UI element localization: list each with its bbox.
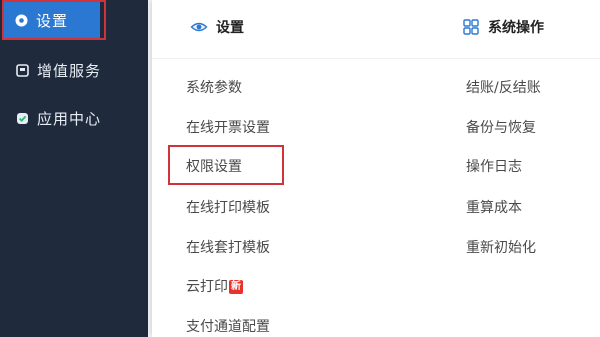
settings-header: 设置 (190, 17, 244, 37)
settings-dropdown-panel: 设置 系统操作 系统参数 在线开票设置 权限设置 在线打印模板 在线套打模板 云… (152, 0, 600, 337)
cloud-print-label: 云打印 (186, 279, 228, 295)
sidebar: 设置 增值服务 应用中心 (0, 0, 148, 337)
menu-item-recalculate-cost[interactable]: 重算成本 (466, 199, 522, 217)
sidebar-item-label: 应用中心 (37, 109, 102, 128)
eye-icon (15, 14, 28, 27)
sidebar-item-app-center[interactable]: 应用中心 (0, 98, 148, 138)
sidebar-item-settings[interactable]: 设置 (3, 1, 100, 39)
panel-header: 设置 系统操作 (152, 0, 600, 59)
menu-item-backup-restore[interactable]: 备份与恢复 (466, 119, 536, 137)
menu-item-online-invoice-settings[interactable]: 在线开票设置 (186, 119, 270, 137)
menu-item-online-print-template[interactable]: 在线打印模板 (186, 199, 270, 217)
sidebar-item-value-added[interactable]: 增值服务 (0, 50, 148, 90)
menu-item-system-params[interactable]: 系统参数 (186, 79, 242, 97)
menu-item-cloud-print[interactable]: 云打印新 (186, 278, 243, 296)
menu-item-payment-channel-config[interactable]: 支付通道配置 (186, 318, 270, 336)
settings-header-label: 设置 (216, 20, 244, 36)
system-ops-header-label: 系统操作 (488, 20, 544, 36)
sidebar-item-label: 设置 (36, 11, 69, 30)
new-badge: 新 (229, 280, 243, 294)
menu-item-permission-settings[interactable]: 权限设置 (186, 158, 242, 176)
menu-item-online-overlay-template[interactable]: 在线套打模板 (186, 239, 270, 257)
check-badge-icon (16, 112, 29, 125)
menu-item-operation-log[interactable]: 操作日志 (466, 158, 522, 176)
menu-item-reinitialize[interactable]: 重新初始化 (466, 239, 536, 257)
menu-item-close-reopen-books[interactable]: 结账/反结账 (466, 79, 541, 97)
sidebar-item-label: 增值服务 (37, 61, 102, 80)
eye-icon (190, 18, 208, 36)
grid-icon (462, 18, 480, 36)
system-ops-header: 系统操作 (462, 17, 544, 37)
square-icon (16, 63, 29, 77)
